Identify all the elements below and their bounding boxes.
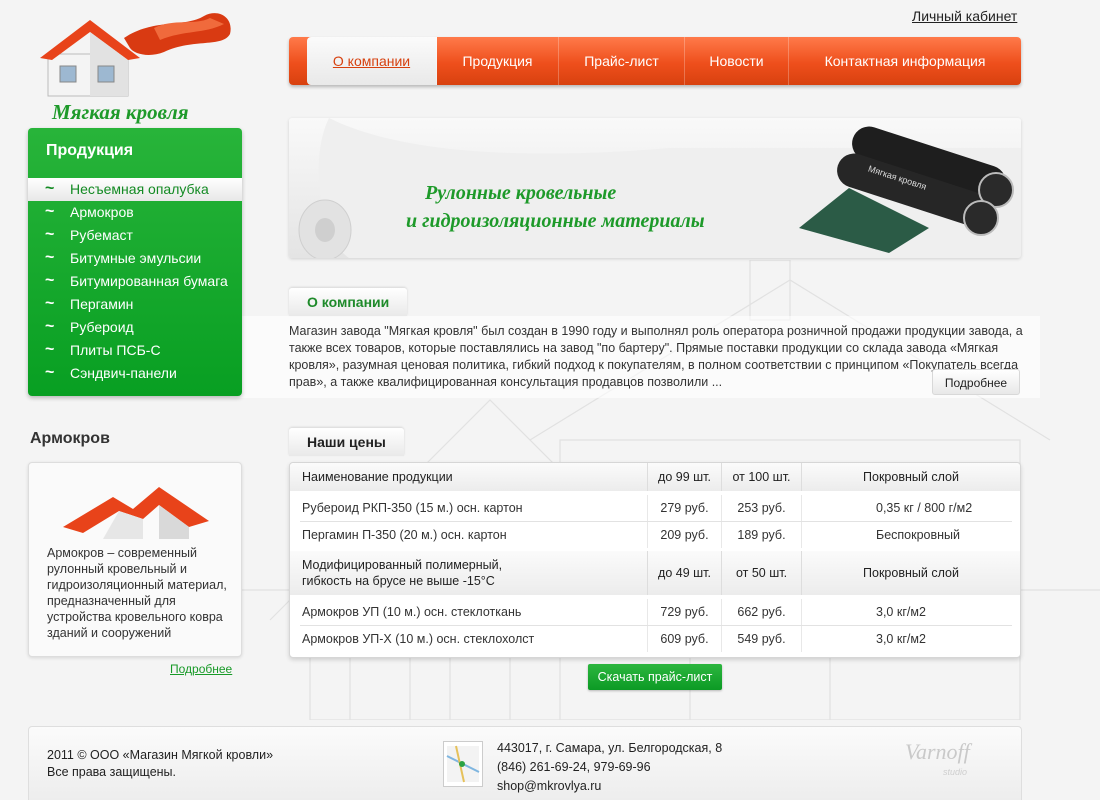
about-more-button[interactable]: Подробнее: [932, 369, 1020, 395]
product-card-description: Армокров – современный рулонный кровельн…: [47, 546, 227, 640]
nav-item-news[interactable]: Новости: [685, 37, 789, 85]
hero-banner: Мягкая кровля Рулонные кровельные и гидр…: [289, 118, 1021, 258]
banner-title-line1: Рулонные кровельные: [425, 182, 617, 204]
sidebar-item-formwork[interactable]: Несъемная опалубка: [28, 177, 242, 201]
cell-product: Армокров УП-Х (10 м.) осн. стеклохолст: [302, 632, 535, 646]
cell-price-1: 729 руб.: [647, 599, 721, 625]
cell-price-1: 609 руб.: [647, 626, 721, 652]
table-row: Пергамин П-350 (20 м.) осн. картон 209 р…: [290, 522, 1020, 548]
sidebar-item-armokrov[interactable]: Армокров: [28, 200, 242, 224]
header-coating: Покровный слой: [801, 551, 1020, 595]
cell-coating: 3,0 кг/м2: [801, 599, 1020, 625]
cell-price-2: 253 руб.: [721, 495, 801, 521]
logo-text: Мягкая кровля: [52, 100, 189, 124]
cell-product: Пергамин П-350 (20 м.) осн. картон: [302, 528, 507, 542]
header-qty-1: до 99 шт.: [647, 463, 721, 491]
cell-price-1: 279 руб.: [647, 495, 721, 521]
cell-coating: Беспокровный: [801, 522, 1020, 548]
sidebar-item-bitumen-emulsions[interactable]: Битумные эмульсии: [28, 246, 242, 270]
table-row: Армокров УП-Х (10 м.) осн. стеклохолст 6…: [290, 626, 1020, 652]
nav-item-about[interactable]: О компании: [307, 37, 437, 85]
sidebar-item-ruberoid[interactable]: Рубероид: [28, 315, 242, 339]
nav-item-price-list[interactable]: Прайс-лист: [559, 37, 685, 85]
main-nav: О компании Продукция Прайс-лист Новости …: [289, 37, 1021, 85]
header-qty-2: от 50 шт.: [721, 551, 801, 595]
products-sidebar: Продукция Несъемная опалубка Армокров Ру…: [28, 128, 242, 396]
cell-product: Армокров УП (10 м.) осн. стеклоткань: [302, 605, 522, 619]
cell-price-2: 662 руб.: [721, 599, 801, 625]
cell-price-1: 209 руб.: [647, 522, 721, 548]
sidebar-item-pergamin[interactable]: Пергамин: [28, 292, 242, 316]
cell-price-2: 549 руб.: [721, 626, 801, 652]
about-text: Магазин завода "Мягкая кровля" был созда…: [289, 324, 1023, 389]
cell-coating: 3,0 кг/м2: [801, 626, 1020, 652]
copyright-line2: Все права защищены.: [47, 765, 177, 779]
header-qty-1: до 49 шт.: [647, 551, 721, 595]
footer-phone: (846) 261-69-24, 979-69-96: [497, 760, 651, 774]
download-price-list-button[interactable]: Скачать прайс-лист: [588, 664, 722, 690]
price-table: Наименование продукции до 99 шт. от 100 …: [289, 462, 1021, 658]
roll-illustration: Мягкая кровля: [298, 118, 1021, 258]
header-group2-line1: Модифицированный полимерный,: [302, 558, 503, 572]
product-card-more-link[interactable]: Подробнее: [170, 662, 232, 676]
sidebar-list: Несъемная опалубка Армокров Рубемаст Бит…: [28, 177, 242, 385]
footer-copyright: 2011 © ООО «Магазин Мягкой кровли» Все п…: [47, 747, 273, 781]
map-icon[interactable]: [443, 741, 483, 787]
site-logo[interactable]: Мягкая кровля: [34, 8, 239, 126]
table-header-row: Модифицированный полимерный, гибкость на…: [290, 551, 1020, 595]
header-coating: Покровный слой: [801, 463, 1020, 491]
sidebar-item-psb-plates[interactable]: Плиты ПСБ-С: [28, 338, 242, 362]
cell-coating: 0,35 кг / 800 г/м2: [801, 495, 1020, 521]
studio-logo[interactable]: Varnoff: [905, 739, 970, 765]
cell-price-2: 189 руб.: [721, 522, 801, 548]
sidebar-item-rubemast[interactable]: Рубемаст: [28, 223, 242, 247]
personal-cabinet-link[interactable]: Личный кабинет: [912, 8, 1017, 24]
table-row: Рубероид РКП-350 (15 м.) осн. картон 279…: [290, 495, 1020, 521]
studio-logo-sub: studio: [943, 767, 968, 777]
sidebar-title: Продукция: [46, 142, 134, 159]
sidebar-item-sandwich-panels[interactable]: Сэндвич-панели: [28, 361, 242, 385]
product-card: Армокров – современный рулонный кровельн…: [28, 462, 242, 657]
house-logo-icon: [40, 13, 231, 97]
nav-item-products[interactable]: Продукция: [437, 37, 559, 85]
header-qty-2: от 100 шт.: [721, 463, 801, 491]
prices-section-title: Наши цены: [289, 428, 404, 456]
nav-item-contacts[interactable]: Контактная информация: [789, 37, 1021, 85]
roof-icon: [63, 487, 209, 539]
sidebar-item-bitumen-paper[interactable]: Битумированная бумага: [28, 269, 242, 293]
table-header-row: Наименование продукции до 99 шт. от 100 …: [290, 463, 1020, 491]
header-group2-name: Модифицированный полимерный, гибкость на…: [290, 551, 647, 595]
header-product-name: Наименование продукции: [302, 470, 453, 484]
header-group2-line2: гибкость на брусе не выше -15°С: [302, 574, 495, 588]
footer-address: 443017, г. Самара, ул. Белгородская, 8: [497, 741, 723, 755]
banner-title-line2: и гидроизоляционные материалы: [406, 210, 705, 232]
cell-product: Рубероид РКП-350 (15 м.) осн. картон: [302, 501, 523, 515]
footer-contacts: 443017, г. Самара, ул. Белгородская, 8 (…: [497, 739, 722, 796]
footer-email[interactable]: shop@mkrovlya.ru: [497, 777, 722, 796]
copyright-line1: 2011 © ООО «Магазин Мягкой кровли»: [47, 748, 274, 762]
product-card-title: Армокров: [30, 430, 110, 447]
footer: 2011 © ООО «Магазин Мягкой кровли» Все п…: [28, 726, 1022, 800]
about-section-title: О компании: [289, 288, 408, 316]
table-row: Армокров УП (10 м.) осн. стеклоткань 729…: [290, 599, 1020, 625]
